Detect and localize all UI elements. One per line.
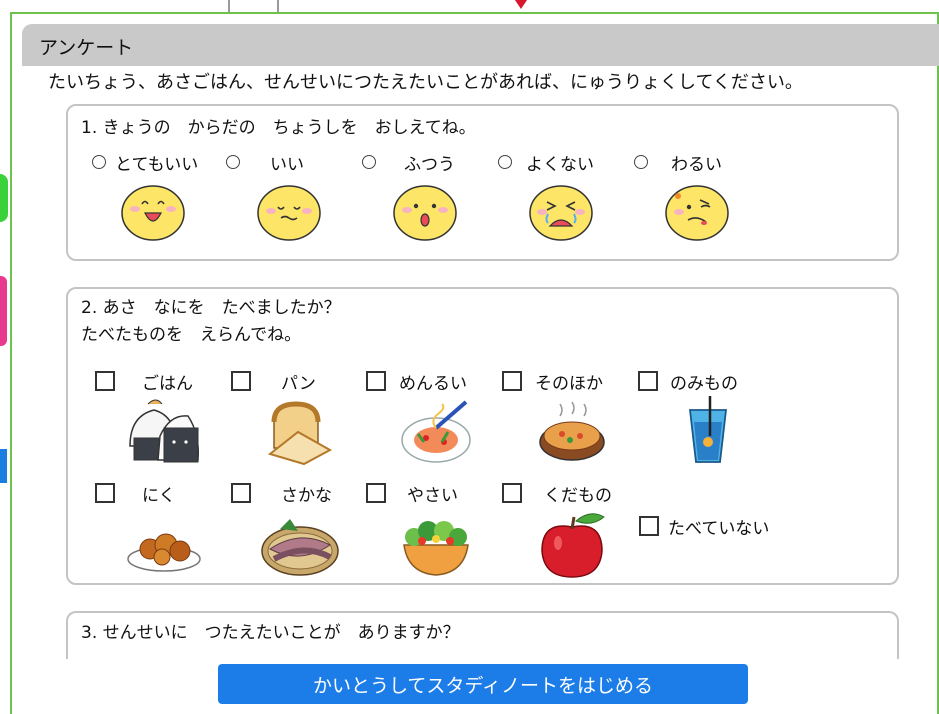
fish-icon — [261, 519, 339, 576]
start-study-note-button[interactable]: かいとうしてスタディノートをはじめる — [218, 664, 748, 704]
question-3-text: 3. せんせいに つたえたいことが ありますか？ — [81, 623, 460, 643]
checkbox[interactable] — [231, 371, 251, 391]
checkbox-vegetables[interactable]: やさい — [366, 481, 458, 506]
background-green-shape — [0, 174, 8, 222]
checkbox-label: やさい — [407, 485, 458, 506]
checkbox-label: ごはん — [142, 373, 193, 394]
checkbox[interactable] — [95, 483, 115, 503]
dialog-titlebar: アンケート — [22, 24, 939, 66]
checkbox-label: くだもの — [544, 485, 612, 506]
checkbox-label: のみもの — [670, 373, 738, 394]
checkbox[interactable] — [366, 483, 386, 503]
radio-label: ふつう — [404, 154, 455, 175]
content-face-icon — [257, 185, 321, 241]
radio-button[interactable] — [92, 155, 106, 169]
background-left-panel — [0, 14, 10, 714]
radio-option-bad[interactable]: わるい — [634, 150, 722, 175]
salad-icon — [403, 521, 469, 576]
checkbox[interactable] — [639, 516, 659, 536]
checkbox[interactable] — [95, 371, 115, 391]
checkbox-meat[interactable]: にく — [95, 481, 176, 506]
checkbox-label: さかな — [281, 485, 332, 506]
radio-button[interactable] — [498, 155, 512, 169]
radio-button[interactable] — [362, 155, 376, 169]
checkbox-noodles[interactable]: めんるい — [366, 369, 467, 394]
pasta-icon — [401, 400, 471, 463]
question-2-subtext: たべたものを えらんでね。 — [81, 325, 302, 345]
checkbox[interactable] — [502, 483, 522, 503]
drink-icon — [688, 396, 728, 463]
radio-label: とてもいい — [115, 154, 199, 175]
checkbox-drink[interactable]: のみもの — [638, 369, 738, 394]
radio-label: わるい — [671, 154, 722, 175]
checkbox-label: めんるい — [399, 373, 467, 394]
radio-option-normal[interactable]: ふつう — [362, 150, 455, 175]
apple-icon — [541, 513, 605, 578]
checkbox-label: にく — [142, 485, 176, 506]
checkbox[interactable] — [366, 371, 386, 391]
question-1-text: 1. きょうの からだの ちょうしを おしえてね。 — [81, 118, 476, 138]
marker-arrow-icon — [515, 0, 527, 9]
checkbox-bread[interactable]: パン — [231, 369, 316, 394]
radio-option-not-good[interactable]: よくない — [498, 150, 594, 175]
instruction-text: たいちょう、あさごはん、せんせいにつたえたいことがあれば、にゅうりょくしてくださ… — [48, 72, 803, 93]
checkbox-label: パン — [281, 373, 316, 394]
checkbox[interactable] — [502, 371, 522, 391]
checkbox-other[interactable]: そのほか — [502, 369, 603, 394]
radio-option-very-good[interactable]: とてもいい — [92, 150, 199, 175]
dialog-title: アンケート — [39, 37, 134, 59]
neutral-face-icon — [393, 185, 457, 241]
radio-label: よくない — [526, 154, 594, 175]
bread-icon — [267, 401, 333, 466]
checkbox[interactable] — [638, 371, 658, 391]
checkbox-label: そのほか — [535, 373, 603, 394]
question-2-text: 2. あさ なにを たべましたか？ — [81, 298, 341, 318]
radio-label: いい — [270, 154, 304, 175]
checkbox-fish[interactable]: さかな — [231, 481, 332, 506]
question-2-section: 2. あさ なにを たべましたか？ たべたものを えらんでね。 ごはん パン め… — [66, 287, 899, 585]
checkbox-fruit[interactable]: くだもの — [502, 481, 612, 506]
radio-button[interactable] — [226, 155, 240, 169]
very-happy-face-icon — [121, 185, 185, 241]
sick-face-icon — [665, 185, 729, 241]
crying-face-icon — [529, 185, 593, 241]
checkbox-label: たべていない — [668, 518, 770, 539]
gratin-icon — [539, 401, 605, 461]
background-pink-shape — [0, 276, 7, 346]
questionnaire-dialog: アンケート たいちょう、あさごはん、せんせいにつたえたいことがあれば、にゅうりょ… — [10, 12, 939, 714]
radio-button[interactable] — [634, 155, 648, 169]
background-blue-shape — [0, 449, 7, 483]
question-1-section: 1. きょうの からだの ちょうしを おしえてね。 とてもいい いい ふつう よ… — [66, 104, 899, 261]
checkbox-rice[interactable]: ごはん — [95, 369, 193, 394]
checkbox[interactable] — [231, 483, 251, 503]
fried-chicken-icon — [127, 533, 201, 572]
rice-ball-icon — [129, 399, 200, 463]
radio-option-good[interactable]: いい — [226, 150, 304, 175]
checkbox-ate-nothing[interactable]: たべていない — [639, 514, 770, 539]
